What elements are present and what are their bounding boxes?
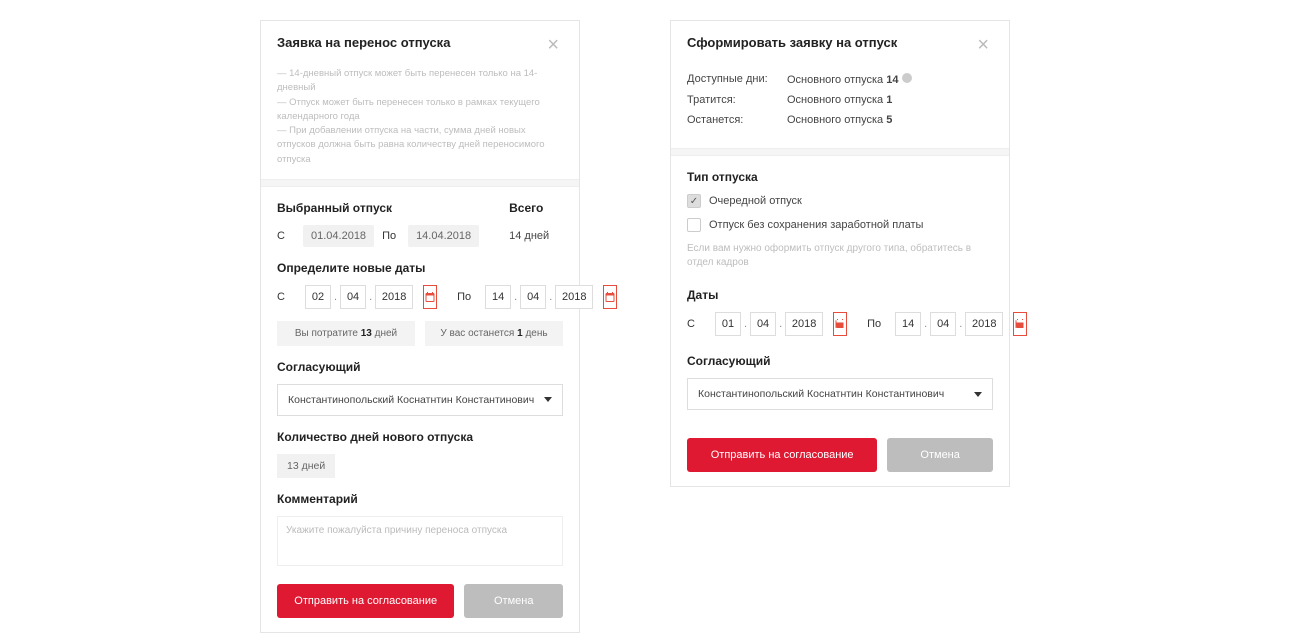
type-option-regular[interactable]: Очередной отпуск xyxy=(687,194,993,208)
from-year-input[interactable] xyxy=(375,285,413,309)
new-dates-label: Определите новые даты xyxy=(277,261,563,275)
option-label: Очередной отпуск xyxy=(709,195,802,207)
info-section: Доступные дни: Основного отпуска 14 Трат… xyxy=(671,67,1009,148)
calendar-icon[interactable] xyxy=(603,285,617,309)
from-label: С xyxy=(277,230,295,242)
vacation-transfer-card: Заявка на перенос отпуска × 14-дневный о… xyxy=(260,20,580,633)
divider xyxy=(671,148,1009,156)
spend-days-row: Тратится: Основного отпуска 1 xyxy=(687,94,993,106)
approver-name: Константинопольский Коснатнтин Константи… xyxy=(698,388,944,400)
dot: . xyxy=(924,318,927,330)
from-date-input: . . xyxy=(715,312,823,336)
approver-select[interactable]: Константинопольский Коснатнтин Константи… xyxy=(277,384,563,416)
dot: . xyxy=(779,318,782,330)
to-label: По xyxy=(457,291,475,303)
selected-vacation-section: Выбранный отпуск С 01.04.2018 По 14.04.2… xyxy=(261,187,579,261)
note-line: 14-дневный отпуск может быть перенесен т… xyxy=(277,67,563,96)
type-helper-text: Если вам нужно оформить отпуск другого т… xyxy=(687,242,993,270)
from-month-input[interactable] xyxy=(340,285,366,309)
submit-button[interactable]: Отправить на согласование xyxy=(277,584,454,618)
cancel-button[interactable]: Отмена xyxy=(464,584,563,618)
calendar-icon[interactable] xyxy=(423,285,437,309)
remain-days-row: Останется: Основного отпуска 5 xyxy=(687,114,993,126)
calendar-icon[interactable] xyxy=(1013,312,1027,336)
from-day-input[interactable] xyxy=(715,312,741,336)
type-label: Тип отпуска xyxy=(687,170,993,184)
total-label: Всего xyxy=(509,201,563,215)
available-days-row: Доступные дни: Основного отпуска 14 xyxy=(687,73,993,86)
approver-select[interactable]: Константинопольский Коснатнтин Константи… xyxy=(687,378,993,410)
buttons-section: Отправить на согласование Отмена xyxy=(261,580,579,632)
to-day-input[interactable] xyxy=(895,312,921,336)
close-icon[interactable]: × xyxy=(973,35,993,55)
to-year-input[interactable] xyxy=(965,312,1003,336)
close-icon[interactable]: × xyxy=(543,35,563,55)
approver-label: Согласующий xyxy=(687,354,993,368)
type-option-unpaid[interactable]: Отпуск без сохранения заработной платы xyxy=(687,218,993,232)
approver-section: Согласующий Константинопольский Коснатнт… xyxy=(671,350,1009,424)
submit-button[interactable]: Отправить на согласование xyxy=(687,438,877,472)
to-month-input[interactable] xyxy=(930,312,956,336)
checkbox-icon xyxy=(687,218,701,232)
dot: . xyxy=(744,318,747,330)
comment-label: Комментарий xyxy=(277,492,563,506)
comment-section: Комментарий Укажите пожалуйста причину п… xyxy=(261,492,579,580)
stat-row: Вы потратите 13 дней У вас останется 1 д… xyxy=(277,321,563,346)
chevron-down-icon xyxy=(544,397,552,402)
notes: 14-дневный отпуск может быть перенесен т… xyxy=(261,67,579,179)
card-title: Заявка на перенос отпуска xyxy=(277,35,450,50)
total-value: 14 дней xyxy=(509,225,563,242)
dates-label: Даты xyxy=(687,288,993,302)
dot: . xyxy=(549,291,552,303)
note-line: При добавлении отпуска на части, сумма д… xyxy=(277,124,563,167)
to-year-input[interactable] xyxy=(555,285,593,309)
option-label: Отпуск без сохранения заработной платы xyxy=(709,219,923,231)
from-label: С xyxy=(687,318,705,330)
divider xyxy=(261,179,579,187)
dot: . xyxy=(959,318,962,330)
to-date-input: . . xyxy=(485,285,593,309)
card-header: Заявка на перенос отпуска × xyxy=(261,21,579,67)
spend-chip: Вы потратите 13 дней xyxy=(277,321,415,346)
vacation-request-card: Сформировать заявку на отпуск × Доступны… xyxy=(670,20,1010,487)
from-year-input[interactable] xyxy=(785,312,823,336)
approver-section: Согласующий Константинопольский Коснатнт… xyxy=(261,360,579,430)
days-count-value: 13 дней xyxy=(277,454,335,478)
to-month-input[interactable] xyxy=(520,285,546,309)
from-month-input[interactable] xyxy=(750,312,776,336)
to-date-input: . . xyxy=(895,312,1003,336)
to-label: По xyxy=(382,230,400,242)
buttons-section: Отправить на согласование Отмена xyxy=(671,424,1009,486)
days-count-section: Количество дней нового отпуска 13 дней xyxy=(261,430,579,492)
from-label: С xyxy=(277,291,295,303)
to-day-input[interactable] xyxy=(485,285,511,309)
days-count-label: Количество дней нового отпуска xyxy=(277,430,563,444)
dot: . xyxy=(369,291,372,303)
new-dates-section: Определите новые даты С . . По . . xyxy=(261,261,579,360)
approver-label: Согласующий xyxy=(277,360,563,374)
dot: . xyxy=(334,291,337,303)
dot: . xyxy=(514,291,517,303)
from-date-input: . . xyxy=(305,285,413,309)
remain-chip: У вас останется 1 день xyxy=(425,321,563,346)
selected-label: Выбранный отпуск xyxy=(277,201,479,215)
type-section: Тип отпуска Очередной отпуск Отпуск без … xyxy=(671,156,1009,284)
approver-name: Константинопольский Коснатнтин Константи… xyxy=(288,394,534,406)
to-date: 14.04.2018 xyxy=(408,225,479,247)
from-date: 01.04.2018 xyxy=(303,225,374,247)
info-icon[interactable] xyxy=(902,73,912,83)
chevron-down-icon xyxy=(974,392,982,397)
calendar-icon[interactable] xyxy=(833,312,847,336)
card-header: Сформировать заявку на отпуск × xyxy=(671,21,1009,67)
dates-section: Даты С . . По . . xyxy=(671,284,1009,350)
to-label: По xyxy=(867,318,885,330)
cancel-button[interactable]: Отмена xyxy=(887,438,993,472)
card-title: Сформировать заявку на отпуск xyxy=(687,35,897,50)
comment-textarea[interactable]: Укажите пожалуйста причину переноса отпу… xyxy=(277,516,563,566)
from-day-input[interactable] xyxy=(305,285,331,309)
checkbox-icon xyxy=(687,194,701,208)
note-line: Отпуск может быть перенесен только в рам… xyxy=(277,96,563,125)
